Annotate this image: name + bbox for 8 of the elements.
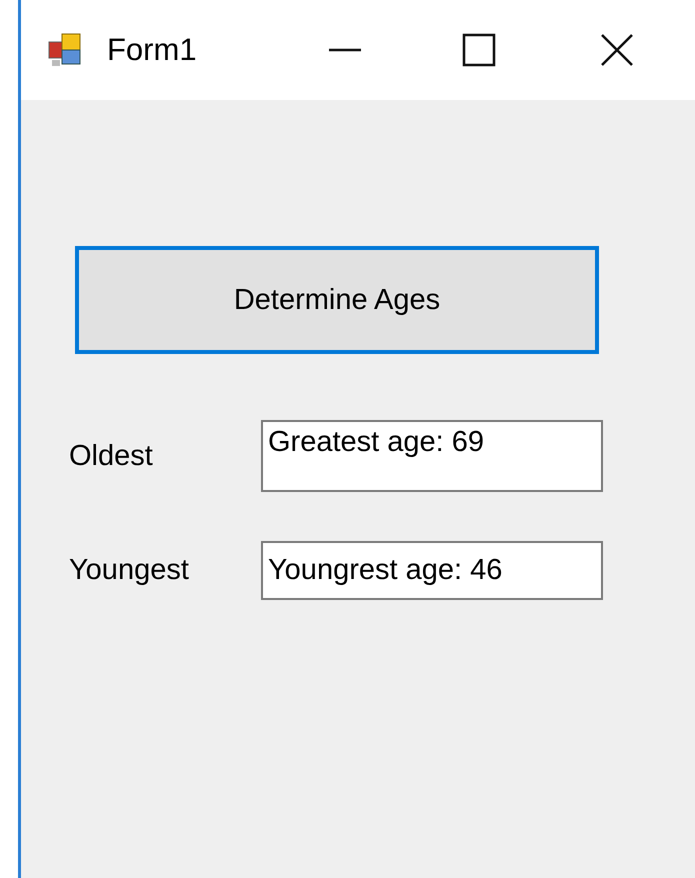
window-title: Form1 — [107, 32, 197, 68]
text-field[interactable]: Greatest age: 69 — [261, 420, 603, 492]
close-icon[interactable] — [600, 33, 634, 67]
field-label: Youngest — [69, 554, 190, 587]
maximize-icon[interactable] — [462, 33, 496, 67]
text-field[interactable]: Youngrest age: 46 — [261, 541, 603, 600]
determine-button[interactable]: Determine Ages — [75, 246, 599, 354]
field-label: Oldest — [69, 440, 154, 472]
